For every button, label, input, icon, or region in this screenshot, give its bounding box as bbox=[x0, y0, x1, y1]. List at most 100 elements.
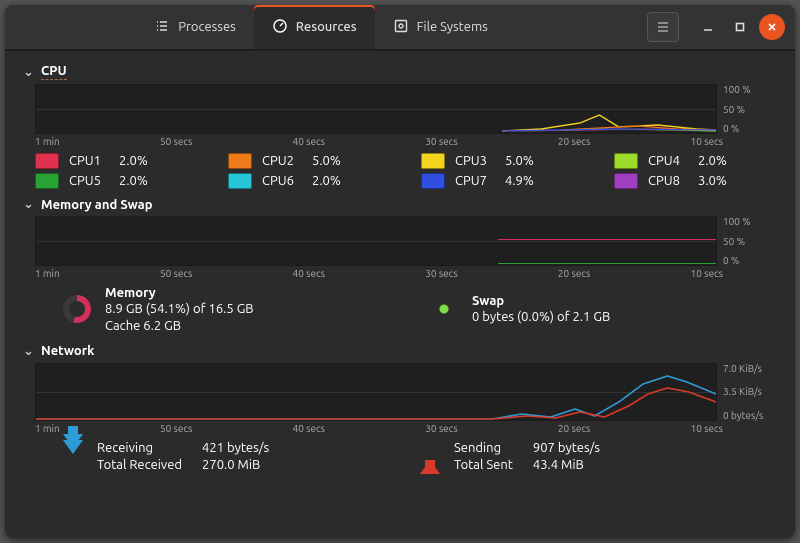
xtick: 10 secs bbox=[691, 268, 723, 279]
xtick: 1 min bbox=[35, 136, 60, 147]
cpu-value: 2.0% bbox=[698, 154, 727, 168]
color-swatch bbox=[35, 173, 59, 189]
send-total-label: Total Sent bbox=[454, 457, 513, 474]
xtick: 1 min bbox=[35, 423, 60, 434]
gauge-icon bbox=[272, 18, 288, 37]
xtick: 20 secs bbox=[558, 423, 590, 434]
tab-resources[interactable]: Resources bbox=[254, 5, 375, 49]
window-minimize-button[interactable] bbox=[695, 14, 721, 40]
memory-usage: Memory 8.9 GB (54.1%) of 16.5 GB Cache 6… bbox=[63, 285, 410, 334]
app-menu-button[interactable] bbox=[647, 12, 679, 42]
color-swatch bbox=[421, 173, 445, 189]
chevron-down-icon: ⌄ bbox=[23, 344, 33, 359]
section-title: Memory and Swap bbox=[41, 198, 153, 212]
recv-total-label: Total Received bbox=[97, 457, 182, 474]
cpu-legend-item[interactable]: CPU12.0% bbox=[35, 153, 198, 169]
chevron-down-icon: ⌄ bbox=[23, 65, 33, 80]
window-close-button[interactable] bbox=[759, 14, 785, 40]
cpu-legend-item[interactable]: CPU62.0% bbox=[228, 173, 391, 189]
cpu-value: 5.0% bbox=[505, 154, 534, 168]
cpu-value: 3.0% bbox=[698, 174, 727, 188]
cpu-name: CPU2 bbox=[262, 154, 302, 168]
ytick: 100 % bbox=[723, 216, 777, 227]
xtick: 30 secs bbox=[425, 268, 457, 279]
memory-plot-area bbox=[35, 216, 717, 266]
color-swatch bbox=[614, 153, 638, 169]
cpu-legend-item[interactable]: CPU4 2.0% bbox=[614, 153, 777, 169]
cpu-plot-area bbox=[35, 84, 717, 134]
cpu-value: 2.0% bbox=[119, 174, 148, 188]
cpu-legend-item[interactable]: CPU5 2.0% bbox=[35, 173, 198, 189]
cpu-name: CPU7 bbox=[455, 174, 495, 188]
cpu-legend-item[interactable]: CPU7 4.9% bbox=[421, 173, 584, 189]
tab-processes[interactable]: Processes bbox=[136, 5, 254, 49]
cpu-xaxis: 1 min 50 secs 40 secs 30 secs 20 secs 10… bbox=[35, 136, 723, 147]
xtick: 30 secs bbox=[425, 423, 457, 434]
ytick: 0 bytes/s bbox=[723, 410, 777, 421]
send-label: Sending bbox=[454, 440, 513, 457]
network-plot-area bbox=[35, 363, 717, 421]
list-icon bbox=[154, 18, 170, 37]
xtick: 40 secs bbox=[293, 268, 325, 279]
memory-graph: 100 % 50 % 0 % bbox=[35, 216, 777, 266]
section-title: Network bbox=[41, 344, 94, 358]
memory-label: Memory bbox=[105, 285, 254, 301]
swap-usage: Swap 0 bytes (0.0%) of 2.1 GB bbox=[430, 285, 777, 334]
cpu-graph: 100 % 50 % 0 % bbox=[35, 84, 777, 134]
memory-line: 8.9 GB (54.1%) of 16.5 GB bbox=[105, 301, 254, 317]
disk-icon bbox=[393, 18, 409, 37]
cpu-value: 4.9% bbox=[505, 174, 534, 188]
send-total: 43.4 MiB bbox=[533, 457, 600, 474]
cpu-name: CPU1 bbox=[69, 154, 109, 168]
titlebar: Processes Resources File Systems bbox=[5, 5, 795, 50]
memory-cache: Cache 6.2 GB bbox=[105, 318, 254, 334]
color-swatch bbox=[228, 153, 252, 169]
cpu-legend-item[interactable]: CPU25.0% bbox=[228, 153, 391, 169]
xtick: 50 secs bbox=[160, 423, 192, 434]
recv-rate: 421 bytes/s bbox=[202, 440, 269, 457]
download-arrow-icon bbox=[63, 446, 83, 468]
xtick: 10 secs bbox=[691, 423, 723, 434]
recv-label: Receiving bbox=[97, 440, 182, 457]
xtick: 1 min bbox=[35, 268, 60, 279]
resources-panel: ⌄ CPU 100 % 50 % 0 % 1 mi bbox=[5, 50, 795, 538]
xtick: 50 secs bbox=[160, 136, 192, 147]
cpu-name: CPU4 bbox=[648, 154, 688, 168]
recv-total: 270.0 MiB bbox=[202, 457, 269, 474]
window-maximize-button[interactable] bbox=[727, 14, 753, 40]
ytick: 50 % bbox=[723, 236, 777, 247]
window-controls bbox=[637, 5, 795, 49]
memory-section-header[interactable]: ⌄ Memory and Swap bbox=[23, 197, 777, 212]
cpu-yaxis: 100 % 50 % 0 % bbox=[717, 84, 777, 134]
tab-label: Processes bbox=[178, 20, 236, 34]
system-monitor-window: Processes Resources File Systems bbox=[5, 5, 795, 538]
network-sending: Sending 907 bytes/s Total Sent 43.4 MiB bbox=[420, 440, 777, 474]
color-swatch bbox=[228, 173, 252, 189]
chevron-down-icon: ⌄ bbox=[23, 197, 33, 212]
xtick: 40 secs bbox=[293, 423, 325, 434]
xtick: 20 secs bbox=[558, 268, 590, 279]
xtick: 50 secs bbox=[160, 268, 192, 279]
color-swatch bbox=[421, 153, 445, 169]
memory-summary: Memory 8.9 GB (54.1%) of 16.5 GB Cache 6… bbox=[63, 285, 777, 334]
network-summary: Receiving 421 bytes/s Total Received 270… bbox=[63, 440, 777, 474]
ytick: 0 % bbox=[723, 255, 777, 266]
cpu-name: CPU3 bbox=[455, 154, 495, 168]
upload-arrow-icon bbox=[420, 446, 440, 468]
cpu-section-header[interactable]: ⌄ CPU bbox=[23, 64, 777, 80]
xtick: 40 secs bbox=[293, 136, 325, 147]
tab-filesystems[interactable]: File Systems bbox=[375, 5, 506, 49]
network-section-header[interactable]: ⌄ Network bbox=[23, 344, 777, 359]
color-swatch bbox=[614, 173, 638, 189]
cpu-legend-item[interactable]: CPU83.0% bbox=[614, 173, 777, 189]
cpu-name: CPU5 bbox=[69, 174, 109, 188]
memory-xaxis: 1 min 50 secs 40 secs 30 secs 20 secs 10… bbox=[35, 268, 723, 279]
ytick: 3.5 KiB/s bbox=[723, 386, 777, 397]
send-rate: 907 bytes/s bbox=[533, 440, 600, 457]
cpu-legend-item[interactable]: CPU3 5.0% bbox=[421, 153, 584, 169]
xtick: 10 secs bbox=[691, 136, 723, 147]
ytick: 100 % bbox=[723, 84, 777, 95]
network-graph: 7.0 KiB/s 3.5 KiB/s 0 bytes/s bbox=[35, 363, 777, 421]
section-title: CPU bbox=[41, 64, 67, 80]
memory-yaxis: 100 % 50 % 0 % bbox=[717, 216, 777, 266]
